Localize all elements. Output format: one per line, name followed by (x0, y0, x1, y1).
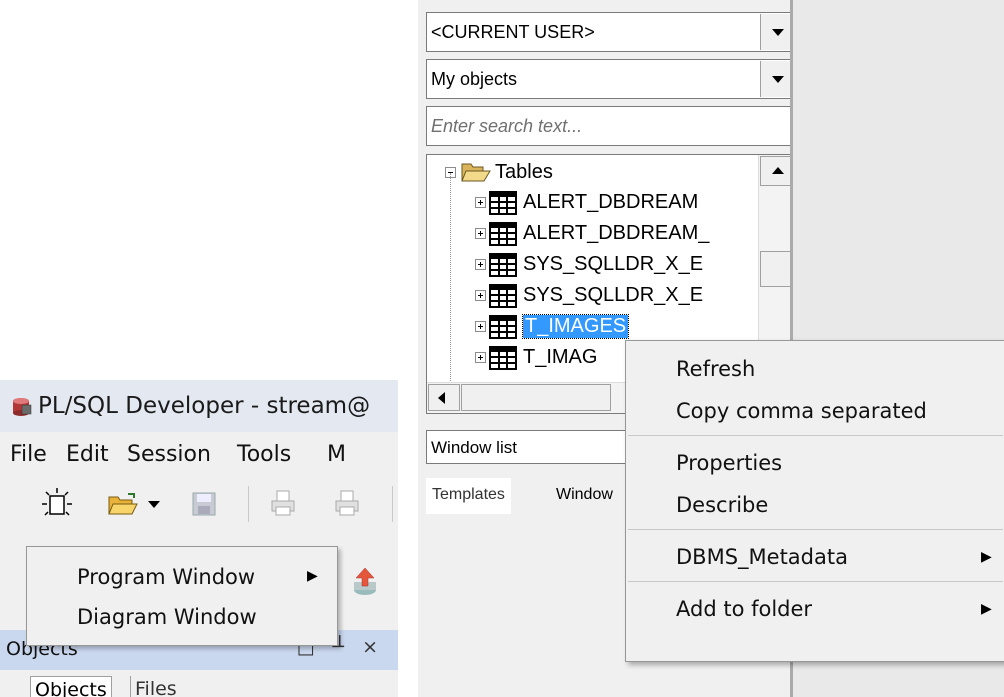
tab-templates[interactable]: Templates (426, 478, 511, 514)
title-bar[interactable]: PL/SQL Developer - stream@ (0, 380, 398, 432)
tree-node-label: ALERT_DBDREAM (523, 191, 699, 213)
window-title: PL/SQL Developer - stream@ (38, 393, 371, 419)
chevron-down-icon[interactable] (760, 14, 794, 50)
expand-icon[interactable] (475, 352, 486, 363)
menu-file[interactable]: File (10, 442, 47, 467)
menu-tools[interactable]: Tools (237, 442, 291, 467)
expand-icon[interactable] (475, 259, 486, 270)
toolbar (0, 474, 398, 534)
menu-item-label: Add to folder (676, 597, 813, 621)
context-menu-item-copy-comma-separated[interactable]: Copy comma separated (626, 389, 1004, 431)
chevron-down-icon[interactable] (760, 61, 794, 97)
window-list-value: Window list (431, 438, 517, 457)
menu-edit[interactable]: Edit (66, 442, 109, 467)
toolbar-separator (248, 486, 249, 522)
menu-separator (628, 581, 1003, 582)
scroll-thumb[interactable] (461, 384, 611, 411)
object-filter-value: My objects (431, 69, 518, 89)
new-file-icon[interactable] (42, 488, 72, 520)
context-menu-item-dbms-metadata[interactable]: DBMS_Metadata ▶ (626, 535, 1004, 577)
tree-node-label: T_IMAG (523, 346, 598, 368)
upload-icon[interactable] (352, 566, 378, 596)
user-select[interactable]: <CURRENT USER> (426, 12, 796, 52)
object-filter-select[interactable]: My objects (426, 59, 796, 99)
table-icon (489, 222, 517, 246)
expand-icon[interactable] (475, 228, 486, 239)
tree-node-label: ALERT_DBDREAM_ (523, 222, 710, 244)
submenu-arrow-icon: ▶ (307, 568, 318, 584)
menu-item-label: Diagram Window (77, 605, 257, 629)
context-menu-item-refresh[interactable]: Refresh (626, 347, 1004, 389)
table-icon (489, 284, 517, 308)
search-input[interactable] (426, 106, 796, 146)
menu-item-diagram-window[interactable]: Diagram Window (27, 597, 337, 637)
scroll-thumb[interactable] (760, 251, 794, 287)
tree-guide-line (450, 173, 452, 383)
menu-item-label: DBMS_Metadata (676, 545, 848, 569)
tab-window[interactable]: Window (550, 478, 619, 514)
scroll-up-button[interactable] (760, 156, 794, 186)
table-icon (489, 191, 517, 215)
database-app-icon (13, 398, 32, 416)
menu-item-label: Describe (676, 493, 769, 517)
print-preview-icon[interactable] (334, 490, 360, 516)
tree-node-label: Tables (495, 161, 553, 183)
tree-node-label: T_IMAGES (521, 314, 630, 339)
table-icon (489, 253, 517, 277)
menu-item-label: Properties (676, 451, 783, 475)
menu-separator (628, 529, 1003, 530)
context-menu-item-add-to-folder[interactable]: Add to folder ▶ (626, 587, 1004, 629)
tree-node-label: SYS_SQLLDR_X_E (523, 253, 704, 275)
new-window-dropdown: Program Window ▶ Diagram Window (26, 546, 338, 646)
submenu-arrow-icon: ▶ (981, 549, 992, 565)
main-window: PL/SQL Developer - stream@ File Edit Ses… (0, 380, 398, 697)
tree-context-menu: Refresh Copy comma separated Properties Des… (625, 340, 1004, 662)
menu-more[interactable]: M (327, 442, 346, 467)
print-icon[interactable] (270, 490, 296, 516)
context-menu-item-describe[interactable]: Describe (626, 483, 1004, 525)
table-icon (489, 315, 517, 339)
menu-item-label: Program Window (77, 565, 256, 589)
tree-node-label: SYS_SQLLDR_X_E (523, 284, 704, 306)
menu-bar: File Edit Session Tools M (0, 432, 398, 474)
scroll-left-button[interactable] (428, 384, 460, 411)
table-icon (489, 346, 517, 370)
chevron-down-icon[interactable] (148, 501, 160, 509)
expand-icon[interactable] (475, 321, 486, 332)
save-icon[interactable] (192, 492, 216, 516)
folder-open-icon (461, 163, 491, 182)
menu-separator (628, 435, 1003, 436)
tab-files[interactable]: Files (130, 676, 181, 697)
open-folder-icon[interactable] (108, 492, 138, 516)
expand-icon[interactable] (475, 197, 486, 208)
menu-session[interactable]: Session (127, 442, 211, 467)
user-select-value: <CURRENT USER> (431, 22, 595, 42)
tab-objects[interactable]: Objects (30, 676, 112, 697)
expand-icon[interactable] (475, 290, 486, 301)
context-menu-item-properties[interactable]: Properties (626, 441, 1004, 483)
menu-item-program-window[interactable]: Program Window ▶ (27, 557, 337, 597)
objects-panel-tabs: Objects Files (0, 670, 398, 697)
menu-item-label: Copy comma separated (676, 399, 927, 423)
menu-item-label: Refresh (676, 357, 756, 381)
submenu-arrow-icon: ▶ (981, 601, 992, 617)
toolbar-separator (392, 486, 393, 522)
